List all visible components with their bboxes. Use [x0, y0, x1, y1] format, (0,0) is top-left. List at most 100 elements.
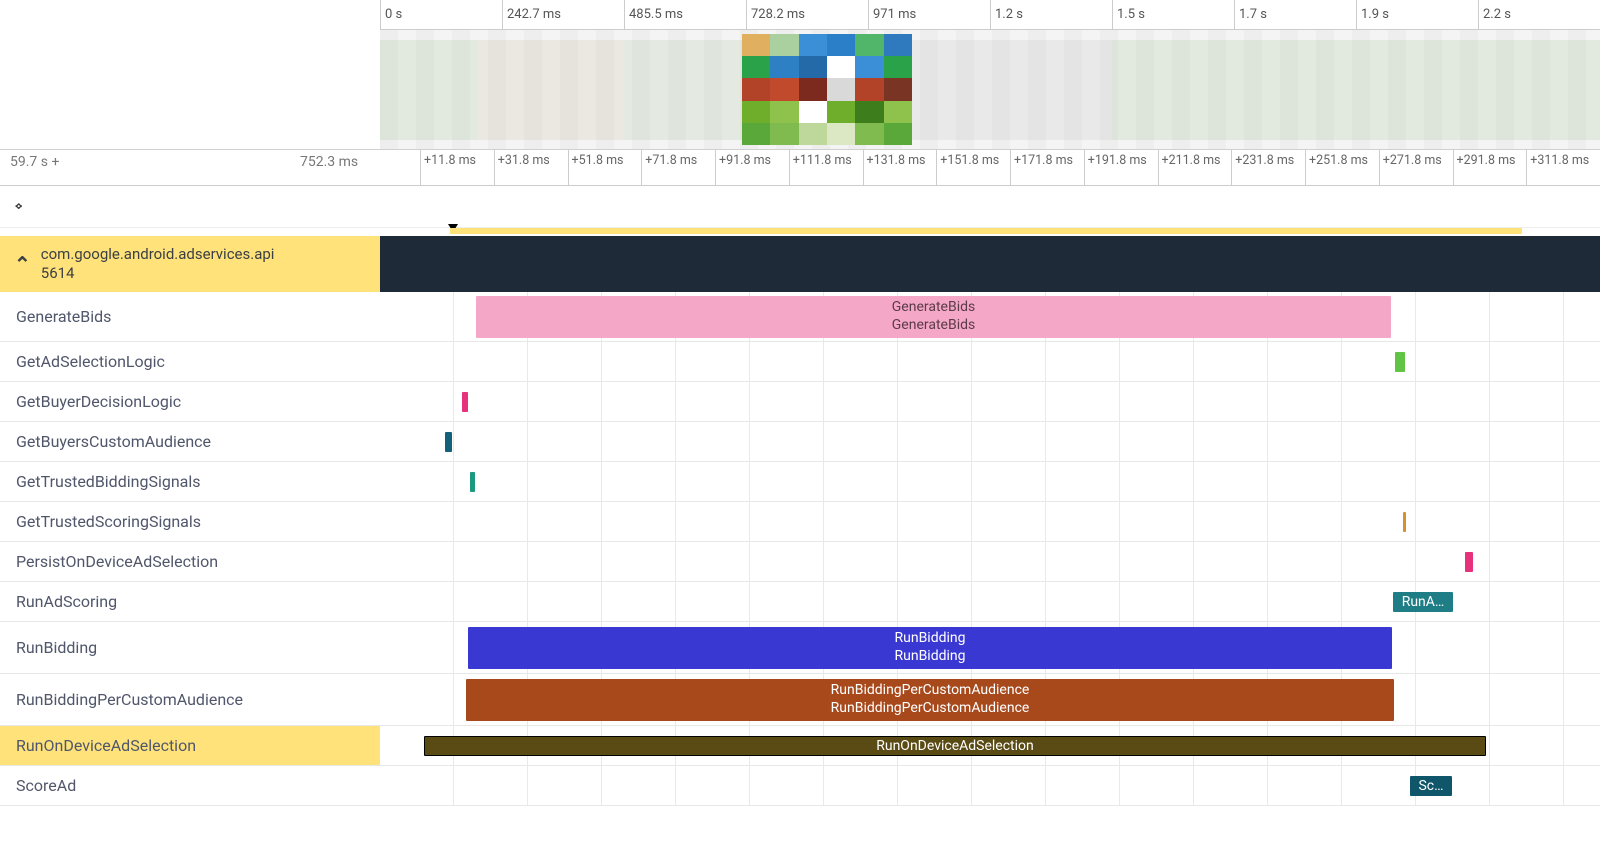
overview-tick: 242.7 ms [502, 0, 624, 29]
track-label[interactable]: PersistOnDeviceAdSelection [0, 542, 380, 581]
track-label[interactable]: GenerateBids [0, 292, 380, 341]
tracks-container: GenerateBidsGenerateBidsGenerateBidsGetA… [0, 292, 1600, 806]
track-label[interactable]: RunBiddingPerCustomAudience [0, 674, 380, 725]
track-label[interactable]: RunOnDeviceAdSelection [0, 726, 380, 765]
slice-label: RunOnDeviceAdSelection [876, 738, 1034, 754]
ruler-tick: +111.8 ms [789, 150, 863, 185]
ruler-tick: +311.8 ms [1526, 150, 1600, 185]
slice-label: RunBiddingPerCustomAudience [831, 700, 1030, 718]
ruler-tick: +91.8 ms [715, 150, 789, 185]
ruler-tick: +131.8 ms [863, 150, 937, 185]
track-row[interactable]: RunBiddingRunBiddingRunBidding [0, 622, 1600, 674]
track-label[interactable]: RunAdScoring [0, 582, 380, 621]
ruler-offset-start: 59.7 s + [10, 154, 59, 170]
chevron-up-icon: ⌃ [14, 252, 31, 276]
track-timeline[interactable] [380, 542, 1600, 581]
track-row[interactable]: RunOnDeviceAdSelection RunOnDeviceAdSelec… [0, 726, 1600, 766]
track-label[interactable]: RunBidding [0, 622, 380, 673]
slice-label: RunBidding [895, 648, 966, 666]
ruler-tick: +291.8 ms [1453, 150, 1527, 185]
minimap-density [380, 40, 1600, 140]
track-label[interactable]: GetTrustedScoringSignals [0, 502, 380, 541]
overview-ruler: 0 s 242.7 ms 485.5 ms 728.2 ms 971 ms 1.… [380, 0, 1600, 30]
process-pid: 5614 [41, 264, 75, 282]
trace-slice[interactable]: RunBiddingRunBidding [468, 627, 1392, 669]
trace-slice[interactable] [470, 472, 475, 492]
track-timeline[interactable] [380, 502, 1600, 541]
slice-label: Sc… [1418, 778, 1443, 794]
track-row[interactable]: GetTrustedScoringSignals [0, 502, 1600, 542]
track-row[interactable]: PersistOnDeviceAdSelection [0, 542, 1600, 582]
ruler-tick: +51.8 ms [568, 150, 642, 185]
track-timeline[interactable] [380, 342, 1600, 381]
slice-label: RunA… [1402, 594, 1445, 610]
selection-marker [0, 228, 1600, 236]
track-timeline[interactable]: Sc… [380, 766, 1600, 805]
overview-tick: 1.5 s [1112, 0, 1234, 29]
ruler-tick: +31.8 ms [494, 150, 568, 185]
chevron-up-icon: ⌃ [12, 205, 25, 215]
overview-panel[interactable]: 0 s 242.7 ms 485.5 ms 728.2 ms 971 ms 1.… [0, 0, 1600, 150]
track-timeline[interactable]: GenerateBidsGenerateBids [380, 292, 1600, 341]
detail-ruler[interactable]: 59.7 s + 752.3 ms +11.8 ms +31.8 ms +51.… [0, 150, 1600, 186]
ruler-tick: +151.8 ms [936, 150, 1010, 185]
ruler-tick: +71.8 ms [641, 150, 715, 185]
overview-tick: 0 s [380, 0, 502, 29]
trace-slice[interactable] [1395, 352, 1405, 372]
track-row[interactable]: RunBiddingPerCustomAudienceRunBiddingPer… [0, 674, 1600, 726]
track-timeline[interactable] [380, 462, 1600, 501]
track-row[interactable]: ScoreAd Sc… [0, 766, 1600, 806]
overview-tick: 971 ms [868, 0, 990, 29]
process-name: com.google.android.adservices.api [41, 245, 275, 263]
track-timeline[interactable] [380, 422, 1600, 461]
track-label[interactable]: GetBuyersCustomAudience [0, 422, 380, 461]
minimap-focus [742, 34, 912, 145]
track-timeline[interactable]: RunBiddingRunBidding [380, 622, 1600, 673]
slice-label: RunBiddingPerCustomAudience [831, 682, 1030, 700]
slice-label: GenerateBids [892, 299, 975, 317]
trace-slice[interactable]: RunBiddingPerCustomAudienceRunBiddingPer… [466, 679, 1394, 721]
track-row[interactable]: RunAdScoring RunA… [0, 582, 1600, 622]
trace-slice[interactable]: RunOnDeviceAdSelection [424, 736, 1486, 756]
track-timeline[interactable]: RunBiddingPerCustomAudienceRunBiddingPer… [380, 674, 1600, 725]
track-row[interactable]: GenerateBidsGenerateBidsGenerateBids [0, 292, 1600, 342]
trace-slice[interactable] [462, 392, 468, 412]
track-row[interactable]: GetBuyersCustomAudience [0, 422, 1600, 462]
trace-slice[interactable]: RunA… [1393, 592, 1453, 612]
track-label[interactable]: GetAdSelectionLogic [0, 342, 380, 381]
overview-tick: 1.7 s [1234, 0, 1356, 29]
trace-slice[interactable] [1465, 552, 1473, 572]
ruler-tick: +211.8 ms [1158, 150, 1232, 185]
overview-tick: 1.9 s [1356, 0, 1478, 29]
ruler-tick: +191.8 ms [1084, 150, 1158, 185]
process-summary-bar[interactable] [380, 236, 1600, 292]
ruler-tick: +271.8 ms [1379, 150, 1453, 185]
track-timeline[interactable] [380, 382, 1600, 421]
track-label[interactable]: GetBuyerDecisionLogic [0, 382, 380, 421]
overview-tick: 1.2 s [990, 0, 1112, 29]
track-row[interactable]: GetBuyerDecisionLogic [0, 382, 1600, 422]
track-label[interactable]: ScoreAd [0, 766, 380, 805]
trace-slice[interactable] [1403, 512, 1406, 532]
overview-tick: 2.2 s [1478, 0, 1600, 29]
ruler-tick: +231.8 ms [1231, 150, 1305, 185]
ruler-tick: +171.8 ms [1010, 150, 1084, 185]
trace-slice[interactable]: GenerateBidsGenerateBids [476, 296, 1391, 338]
track-timeline[interactable]: RunA… [380, 582, 1600, 621]
collapse-toggle[interactable]: ⌄ ⌃ [0, 186, 1600, 228]
ruler-tick: +11.8 ms [420, 150, 494, 185]
track-row[interactable]: GetTrustedBiddingSignals [0, 462, 1600, 502]
playhead-icon [448, 224, 458, 232]
trace-slice[interactable]: Sc… [1410, 776, 1452, 796]
overview-tick: 485.5 ms [624, 0, 746, 29]
trace-slice[interactable] [445, 432, 452, 452]
track-row[interactable]: GetAdSelectionLogic [0, 342, 1600, 382]
slice-label: GenerateBids [892, 317, 975, 335]
track-timeline[interactable]: RunOnDeviceAdSelection [380, 726, 1600, 765]
process-header[interactable]: ⌃ com.google.android.adservices.api 5614 [0, 236, 1600, 292]
ruler-offset-end: 752.3 ms [300, 154, 358, 170]
detail-ruler-ticks: +11.8 ms +31.8 ms +51.8 ms +71.8 ms +91.… [420, 150, 1600, 185]
ruler-tick: +251.8 ms [1305, 150, 1379, 185]
track-label[interactable]: GetTrustedBiddingSignals [0, 462, 380, 501]
overview-minimap[interactable] [380, 30, 1600, 149]
